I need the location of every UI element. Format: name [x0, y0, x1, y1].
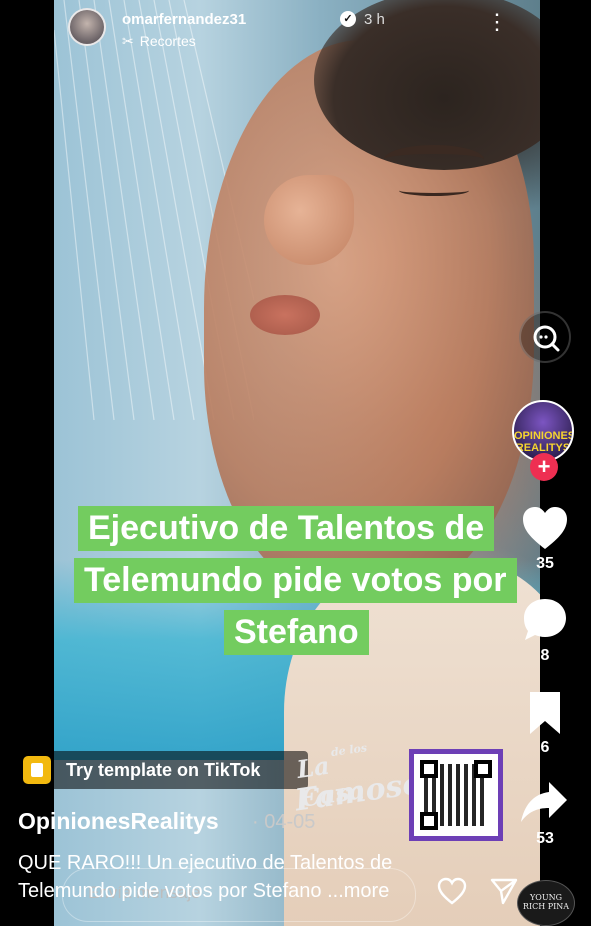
audio-label: Recortes — [139, 33, 196, 49]
title-line-3: Stefano — [224, 610, 369, 655]
caption-line-2-text: Telemundo pide votos por Stefano ... — [18, 880, 344, 902]
comment-count: 8 — [540, 647, 550, 664]
heart-icon[interactable] — [521, 505, 569, 551]
qr-finder — [420, 760, 438, 778]
post-date: · 04-05 — [252, 811, 316, 833]
verified-icon: ✓ — [340, 11, 356, 27]
caption-line-2: Telemundo pide votos por Stefano ...more — [18, 880, 389, 903]
audio-sticker-text: YOUNG RICH PINA — [522, 893, 570, 911]
qr-code — [409, 749, 503, 841]
post-author[interactable]: OpinionesRealitys — [18, 808, 219, 835]
share-count: 53 — [536, 830, 554, 847]
lens-search-button[interactable] — [519, 311, 571, 363]
lips-shape — [250, 295, 320, 335]
bookmark-icon[interactable] — [527, 690, 563, 736]
audio-link[interactable]: ✂ Recortes — [122, 33, 196, 50]
capcut-template-icon — [23, 756, 51, 784]
audio-sticker[interactable]: YOUNG RICH PINA — [517, 880, 575, 926]
more-link[interactable]: more — [344, 880, 390, 902]
title-line-1: Ejecutivo de Talentos de — [78, 506, 495, 551]
comment-icon[interactable] — [521, 597, 569, 643]
like-count: 35 — [536, 555, 554, 572]
try-template-button[interactable]: Try template on TikTok — [18, 751, 308, 789]
header-username[interactable]: omarfernandez31 — [122, 11, 246, 28]
heart-outline-icon[interactable] — [436, 876, 468, 906]
qr-finder — [420, 812, 438, 830]
brow-shape — [384, 145, 484, 174]
follow-plus-icon[interactable]: + — [530, 453, 558, 481]
nose-shape — [264, 175, 354, 265]
share-icon[interactable] — [519, 780, 569, 826]
title-line-2: Telemundo pide votos por — [74, 558, 517, 603]
reel-header: omarfernandez31 ✓ 3 h ✂ Recortes ⋮ — [66, 6, 536, 50]
lens-search-icon — [533, 325, 560, 352]
author-avatar[interactable] — [68, 8, 106, 46]
post-time: 3 h — [364, 11, 385, 28]
reel-viewer: omarfernandez31 ✓ 3 h ✂ Recortes ⋮ Ejecut… — [0, 0, 591, 926]
eye-shape — [399, 185, 469, 196]
more-vertical-icon[interactable]: ⋮ — [486, 11, 508, 33]
qr-finder — [474, 760, 492, 778]
scissors-icon: ✂ — [122, 33, 134, 49]
save-count: 6 — [540, 739, 550, 756]
send-icon[interactable] — [489, 876, 519, 906]
profile-avatar-label: OPINIONES REALITYS — [514, 430, 574, 454]
try-template-label: Try template on TikTok — [66, 760, 261, 780]
